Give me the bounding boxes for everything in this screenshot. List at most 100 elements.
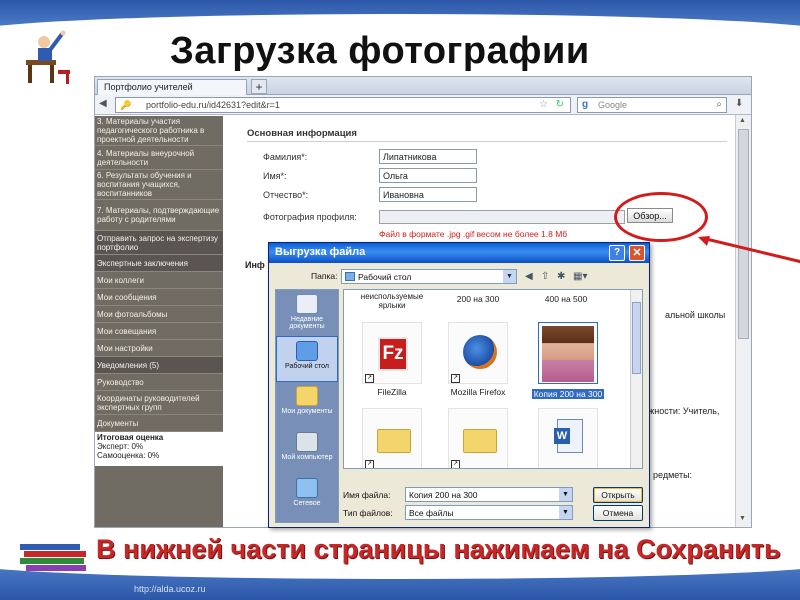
sidebar-item[interactable]: Экспертные заключения xyxy=(95,255,223,272)
subjects-text-partial: редметы: xyxy=(653,470,693,480)
file-name: Mozilla Firefox xyxy=(450,387,506,397)
computer-icon xyxy=(296,432,318,452)
new-tab-button[interactable]: + xyxy=(251,79,267,94)
new-folder-icon[interactable]: ✱ xyxy=(557,271,565,282)
shortcut-arrow-icon: ↗ xyxy=(451,374,460,383)
folder-item-label[interactable]: 200 на 300 xyxy=(438,294,518,304)
books-icon xyxy=(20,544,86,571)
chevron-down-icon[interactable]: ▼ xyxy=(503,270,516,283)
download-icon[interactable]: ⬇ xyxy=(735,98,743,109)
desktop-place-icon xyxy=(296,341,318,361)
scrollbar-thumb[interactable] xyxy=(632,302,641,374)
sidebar-item[interactable]: Уведомления (5) xyxy=(95,357,223,374)
folder-item[interactable]: ↗ xyxy=(352,408,432,468)
folder-item-label[interactable]: неиспользуемые ярлыки xyxy=(348,292,436,310)
file-tile: Fz ↗ xyxy=(362,322,422,384)
slide-title: Загрузка фотографии xyxy=(170,30,590,72)
place-network[interactable]: Сетевое xyxy=(276,474,338,520)
sidebar-item[interactable]: Мои настройки xyxy=(95,340,223,357)
surname-label: Фамилия*: xyxy=(263,152,308,162)
back-icon[interactable]: ◀ xyxy=(525,271,533,282)
sidebar: 3. Материалы участия педагогического раб… xyxy=(95,116,223,527)
student-at-desk-icon xyxy=(26,30,70,84)
scroll-down-icon[interactable]: ▼ xyxy=(739,515,746,522)
surname-field[interactable]: Липатникова xyxy=(379,149,477,164)
highlight-circle xyxy=(614,192,708,242)
sidebar-item[interactable]: Руководство xyxy=(95,374,223,391)
sidebar-item[interactable]: 7. Материалы, подтверждающие работу с ро… xyxy=(95,200,223,231)
place-my-documents[interactable]: Мои документы xyxy=(276,382,338,428)
portrait-thumbnail xyxy=(542,326,594,382)
up-folder-icon[interactable]: ⇧ xyxy=(541,271,549,282)
name-label: Имя*: xyxy=(263,171,287,181)
filename-input[interactable]: Копия 200 на 300 ▼ xyxy=(405,487,573,502)
photo-label: Фотография профиля: xyxy=(263,212,357,222)
desktop-icon xyxy=(345,272,355,281)
search-input[interactable]: g Google ⌕ xyxy=(577,97,727,113)
filetype-value: Все файлы xyxy=(409,508,454,518)
sidebar-item[interactable]: Мои совещания xyxy=(95,323,223,340)
patronymic-field[interactable]: Ивановна xyxy=(379,187,477,202)
scrollbar-thumb[interactable] xyxy=(738,129,749,339)
name-field[interactable]: Ольга xyxy=(379,168,477,183)
filetype-select[interactable]: Все файлы ▼ xyxy=(405,505,573,520)
folder-select[interactable]: Рабочий стол ▼ xyxy=(341,269,517,284)
chevron-down-icon[interactable]: ▼ xyxy=(559,506,572,519)
tab-portfolio[interactable]: Портфолио учителей xyxy=(97,79,247,95)
sidebar-item[interactable]: 6. Результаты обучения и воспитания учащ… xyxy=(95,170,223,200)
document-item[interactable] xyxy=(528,408,608,468)
filename-value: Копия 200 на 300 xyxy=(409,490,478,500)
folder-label: Папка: xyxy=(311,271,338,281)
dialog-title: Выгрузка файла xyxy=(275,246,366,258)
bookmark-star-icon[interactable]: ☆ xyxy=(539,99,548,110)
file-item-selected[interactable]: Копия 200 на 300 xyxy=(520,322,616,402)
my-documents-icon xyxy=(296,386,318,406)
position-text-partial: лжности: Учитель, xyxy=(643,406,720,416)
rating-expert: Эксперт: 0% xyxy=(97,442,144,451)
place-recent[interactable]: Недавние документы xyxy=(276,290,338,336)
close-icon[interactable]: ✕ xyxy=(629,245,645,261)
file-list-scrollbar[interactable] xyxy=(630,290,642,468)
folder-icon xyxy=(463,429,497,453)
address-bar[interactable]: 🔑 portfolio-edu.ru/id42631?edit&r=1 ☆ ↻ xyxy=(115,97,571,113)
places-bar: Недавние документы Рабочий стол Мои доку… xyxy=(275,289,339,523)
dialog-title-bar: Выгрузка файла ? ✕ xyxy=(269,243,649,263)
file-name: FileZilla xyxy=(377,387,407,397)
help-icon[interactable]: ? xyxy=(609,245,625,261)
photo-file-input[interactable] xyxy=(379,210,625,224)
file-item[interactable]: ↗ Mozilla Firefox xyxy=(438,322,518,397)
file-tile: ↗ xyxy=(448,322,508,384)
scroll-up-icon[interactable]: ▲ xyxy=(739,117,746,124)
file-name: Копия 200 на 300 xyxy=(531,389,605,399)
open-button[interactable]: Открыть xyxy=(593,487,643,503)
sidebar-item[interactable]: Отправить запрос на экспертизу портфолио xyxy=(95,231,223,255)
sidebar-item[interactable]: Координаты руководителей экспертных груп… xyxy=(95,391,223,415)
search-icon[interactable]: ⌕ xyxy=(716,99,722,110)
file-upload-dialog: Выгрузка файла ? ✕ Папка: Рабочий стол ▼… xyxy=(268,242,650,528)
filename-row: Имя файла: Копия 200 на 300 ▼ Открыть xyxy=(343,487,643,505)
shortcut-arrow-icon: ↗ xyxy=(451,460,460,468)
place-desktop[interactable]: Рабочий стол xyxy=(276,336,338,382)
chevron-down-icon[interactable]: ▼ xyxy=(559,488,572,501)
folder-item-label[interactable]: 400 на 500 xyxy=(526,294,606,304)
place-my-computer[interactable]: Мой компьютер xyxy=(276,428,338,474)
back-arrow-icon[interactable]: ◀ xyxy=(99,98,113,112)
sidebar-item[interactable]: Мои сообщения xyxy=(95,289,223,306)
view-menu-icon[interactable]: ▦▾ xyxy=(573,271,587,282)
rating-summary: Итоговая оценка Эксперт: 0% Самооценка: … xyxy=(95,432,223,466)
sidebar-item[interactable]: Документы xyxy=(95,415,223,432)
sidebar-item[interactable]: 3. Материалы участия педагогического раб… xyxy=(95,116,223,146)
reload-icon[interactable]: ↻ xyxy=(556,99,564,110)
rating-title: Итоговая оценка xyxy=(97,433,164,442)
section-title-partial: Инф xyxy=(245,260,265,270)
file-item[interactable]: Fz ↗ FileZilla xyxy=(352,322,432,397)
sidebar-item[interactable]: Мои коллеги xyxy=(95,272,223,289)
page-scrollbar[interactable]: ▲ ▼ xyxy=(735,115,751,527)
folder-item[interactable]: ↗ xyxy=(438,408,518,468)
cancel-button[interactable]: Отмена xyxy=(593,505,643,521)
folder-value: Рабочий стол xyxy=(358,272,412,282)
file-tile xyxy=(538,322,598,384)
sidebar-item[interactable]: Мои фотоальбомы xyxy=(95,306,223,323)
sidebar-item[interactable]: 4. Материалы внеурочной деятельности xyxy=(95,146,223,170)
file-tile: ↗ xyxy=(448,408,508,468)
